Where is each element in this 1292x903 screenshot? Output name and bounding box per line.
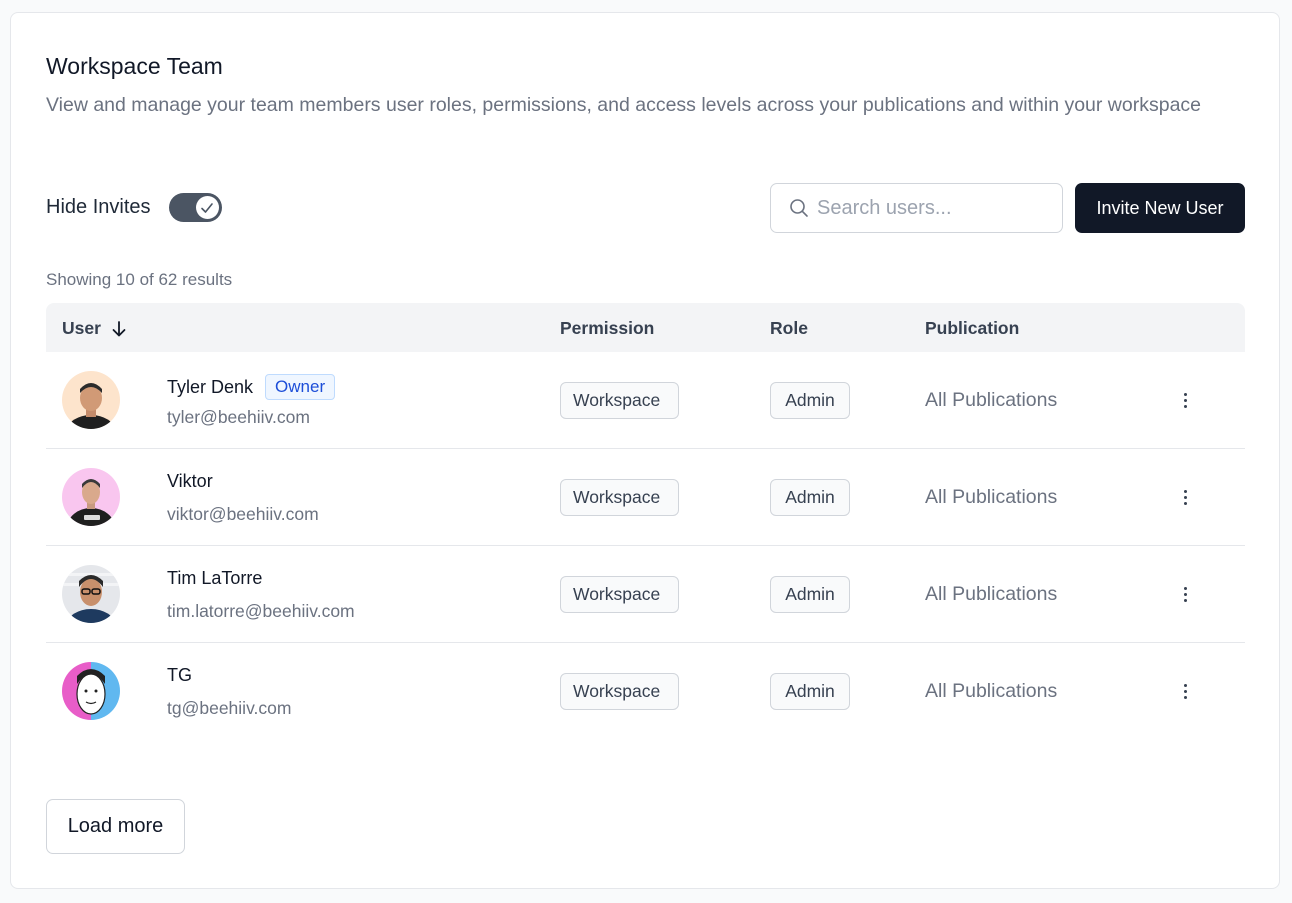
- avatar: [62, 662, 120, 720]
- permission-pill: Workspace: [560, 673, 679, 710]
- person-avatar-icon: [62, 565, 120, 623]
- permission-pill: Workspace: [560, 479, 679, 516]
- load-more-button[interactable]: Load more: [46, 799, 185, 854]
- user-name: Tyler Denk: [167, 376, 254, 397]
- more-options-icon[interactable]: [1173, 382, 1197, 418]
- hide-invites-control: Hide Invites: [46, 193, 222, 222]
- role-pill: Admin: [770, 382, 850, 419]
- invite-new-user-button[interactable]: Invite New User: [1075, 183, 1245, 233]
- user-email: tyler@beehiiv.com: [167, 407, 310, 427]
- role-pill: Admin: [770, 576, 850, 613]
- column-label-permission: Permission: [560, 318, 655, 338]
- column-label-user: User: [62, 318, 101, 338]
- users-table: User Permission Role Publication Tyler D…: [46, 303, 1245, 740]
- table-header: User Permission Role Publication: [46, 303, 1245, 352]
- role-pill: Admin: [770, 673, 850, 710]
- check-icon: [201, 202, 213, 213]
- avatar: [62, 371, 120, 429]
- person-avatar-icon: [62, 468, 120, 526]
- user-name-line: Tim LaTorre: [167, 568, 262, 589]
- publication-text: All Publications: [925, 389, 1058, 411]
- page-description: View and manage your team members user r…: [46, 94, 1202, 116]
- avatar: [62, 565, 120, 623]
- avatar: [62, 468, 120, 526]
- user-name: Viktor: [167, 471, 213, 491]
- table-row: Tyler Denk Owner tyler@beehiiv.com Works…: [46, 352, 1245, 449]
- more-options-icon[interactable]: [1173, 479, 1197, 515]
- role-pill: Admin: [770, 479, 850, 516]
- results-count: Showing 10 of 62 results: [46, 270, 233, 289]
- publication-text: All Publications: [925, 486, 1058, 508]
- person-avatar-icon: [62, 371, 120, 429]
- user-email: tim.latorre@beehiiv.com: [167, 601, 355, 621]
- hide-invites-toggle[interactable]: [168, 193, 222, 222]
- search-icon: [790, 199, 808, 217]
- column-label-role: Role: [770, 318, 808, 338]
- column-header-permission: Permission: [560, 318, 654, 339]
- user-name-line: TG: [167, 665, 192, 686]
- column-header-role: Role: [770, 318, 808, 339]
- table-row: TG tg@beehiiv.com Workspace Admin All Pu…: [46, 643, 1245, 740]
- column-label-publication: Publication: [925, 318, 1020, 338]
- user-name: TG: [167, 665, 192, 685]
- permission-pill: Workspace: [560, 382, 679, 419]
- user-name-line: Viktor: [167, 471, 213, 492]
- page-title: Workspace Team: [46, 53, 223, 79]
- publication-text: All Publications: [925, 583, 1058, 605]
- more-options-icon[interactable]: [1173, 673, 1197, 709]
- column-header-publication: Publication: [925, 318, 1019, 339]
- table-row: Tim LaTorre tim.latorre@beehiiv.com Work…: [46, 546, 1245, 643]
- column-header-user[interactable]: User: [62, 318, 127, 339]
- user-email: viktor@beehiiv.com: [167, 504, 319, 524]
- owner-badge: Owner: [265, 374, 336, 400]
- person-avatar-icon: [62, 662, 120, 720]
- user-name: Tim LaTorre: [167, 568, 263, 588]
- workspace-team-card: Workspace Team View and manage your team…: [10, 12, 1280, 889]
- toggle-knob: [195, 196, 219, 219]
- user-email: tg@beehiiv.com: [167, 698, 292, 718]
- hide-invites-label: Hide Invites: [46, 196, 151, 218]
- permission-pill: Workspace: [560, 576, 679, 613]
- search-box: [770, 183, 1063, 233]
- search-input[interactable]: [817, 196, 1047, 220]
- user-name-line: Tyler Denk Owner: [167, 374, 336, 400]
- more-options-icon[interactable]: [1173, 576, 1197, 612]
- publication-text: All Publications: [925, 680, 1058, 702]
- sort-down-arrow-icon: [112, 320, 126, 336]
- table-row: Viktor viktor@beehiiv.com Workspace Admi…: [46, 449, 1245, 546]
